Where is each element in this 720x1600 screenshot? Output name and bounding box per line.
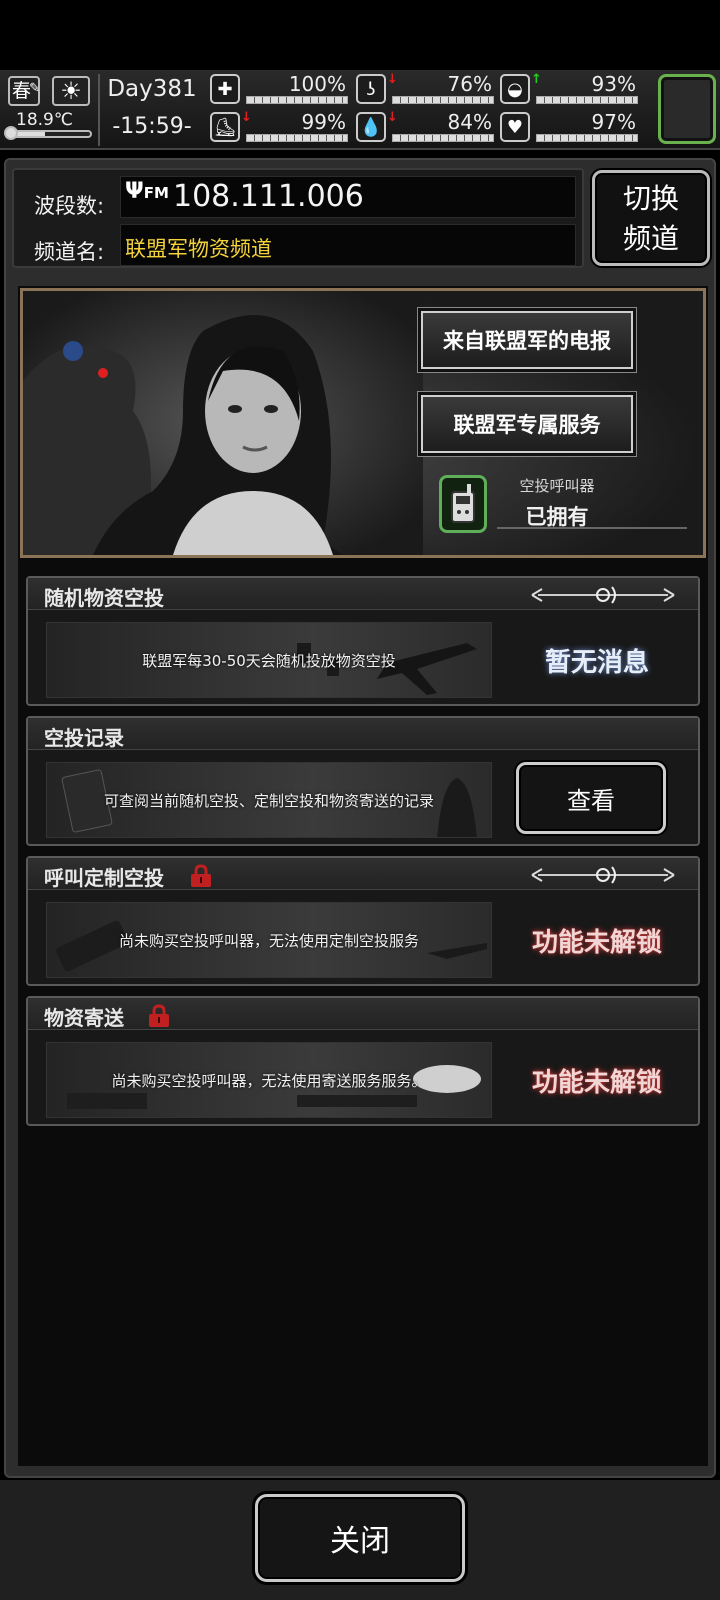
switch-label-line2: 频道 bbox=[622, 222, 679, 255]
sun-icon: ☀ bbox=[52, 76, 90, 106]
mind-icon: ◒ bbox=[500, 74, 530, 104]
card-description: 尚未购买空投呼叫器，无法使用寄送服务服务。 bbox=[111, 1071, 427, 1090]
channel-display: 联盟军物资频道 bbox=[120, 224, 576, 266]
water-drop-icon: 💧 bbox=[356, 112, 386, 142]
stat-heart[interactable]: ♥ 97% bbox=[500, 110, 640, 146]
switch-label-line1: 切换 bbox=[622, 182, 679, 215]
radio-panel: 波段数: ΨFM 108.111.006 频道名: 联盟军物资频道 切换 频道 bbox=[4, 158, 716, 1478]
stat-value: 93% bbox=[591, 72, 636, 96]
frequency-value: 108.111.006 bbox=[173, 179, 364, 214]
divider bbox=[98, 74, 100, 146]
temperature-gauge: 18.9℃ bbox=[4, 110, 92, 144]
card-description: 联盟军每30-50天会随机投放物资空投 bbox=[142, 651, 396, 670]
radio-tuner: 波段数: ΨFM 108.111.006 频道名: 联盟军物资频道 bbox=[12, 168, 584, 268]
no-news-status: 暂无消息 bbox=[544, 647, 649, 678]
signal-wave-icon bbox=[531, 586, 675, 604]
fm-label: FM bbox=[143, 184, 169, 202]
stat-mood[interactable]: ◒ ↑ 93% bbox=[500, 72, 640, 108]
heart-icon: ♥ bbox=[500, 112, 530, 142]
stat-bar bbox=[536, 134, 638, 142]
channel-content: 来自联盟军的电报 联盟军专属服务 空投呼叫器 已拥有 随机物资空投 联盟军每30… bbox=[18, 286, 708, 1466]
radio-caller-image: 尚未购买空投呼叫器，无法使用定制空投服务 bbox=[46, 902, 492, 978]
stomach-icon: ʖ bbox=[356, 74, 386, 104]
card-title: 空投记录 bbox=[44, 726, 124, 750]
stat-bar bbox=[246, 134, 348, 142]
card-title: 物资寄送 bbox=[44, 1006, 124, 1030]
frequency-display: ΨFM 108.111.006 bbox=[120, 176, 576, 218]
character-slot[interactable] bbox=[658, 74, 716, 144]
stat-value: 99% bbox=[301, 110, 346, 134]
record-notebook-image: 可查阅当前随机空投、定制空投和物资寄送的记录 bbox=[46, 762, 492, 838]
stat-trend-arrow: ↓ bbox=[387, 72, 398, 87]
day-counter: Day381 bbox=[107, 76, 197, 102]
stat-value: 76% bbox=[447, 72, 492, 96]
stat-stamina[interactable]: ⛸ ↓ 99% bbox=[210, 110, 350, 146]
lock-icon bbox=[191, 864, 211, 887]
stat-bar bbox=[536, 96, 638, 104]
card-title: 呼叫定制空投 bbox=[44, 866, 164, 890]
delivery-card: 物资寄送 尚未购买空投呼叫器，无法使用寄送服务服务。 功能未解锁 bbox=[26, 996, 700, 1126]
medkit-icon: ✚ bbox=[210, 74, 240, 104]
random-airdrop-card: 随机物资空投 联盟军每30-50天会随机投放物资空投 暂无消息 bbox=[26, 576, 700, 706]
lock-icon bbox=[149, 1004, 169, 1027]
custom-airdrop-card: 呼叫定制空投 尚未购买空投呼叫器，无法使用定制空投服务 功能未解锁 bbox=[26, 856, 700, 986]
stat-stomach[interactable]: ʖ ↓ 76% bbox=[356, 72, 496, 108]
stat-bar bbox=[392, 134, 494, 142]
locked-status: 功能未解锁 bbox=[531, 927, 662, 958]
temperature-value: 18.9℃ bbox=[16, 110, 73, 130]
cargo-plane-image: 尚未购买空投呼叫器，无法使用寄送服务服务。 bbox=[46, 1042, 492, 1118]
airdrop-caller-status: 空投呼叫器 已拥有 bbox=[433, 471, 693, 541]
alliance-service-button[interactable]: 联盟军专属服务 bbox=[421, 395, 633, 453]
banner-illustration bbox=[23, 291, 423, 555]
stat-trend-arrow: ↓ bbox=[241, 110, 252, 125]
card-description: 尚未购买空投呼叫器，无法使用定制空投服务 bbox=[118, 931, 419, 950]
stat-trend-arrow: ↓ bbox=[387, 110, 398, 125]
stat-water[interactable]: 💧 ↓ 84% bbox=[356, 110, 496, 146]
channel-name: 联盟军物资频道 bbox=[125, 237, 272, 261]
alliance-telegram-button[interactable]: 来自联盟军的电报 bbox=[421, 311, 633, 369]
locked-status: 功能未解锁 bbox=[531, 1067, 662, 1098]
band-label: 波段数: bbox=[34, 194, 105, 218]
signal-wave-icon bbox=[531, 866, 675, 884]
card-header: 呼叫定制空投 bbox=[28, 858, 698, 890]
status-bar: 春 ✎ ☀ 18.9℃ Day381 -15:59- ✚ 100% ʖ ↓ 76… bbox=[0, 70, 720, 150]
switch-channel-button[interactable]: 切换 频道 bbox=[592, 170, 710, 266]
card-header: 物资寄送 bbox=[28, 998, 698, 1030]
view-record-button[interactable]: 查看 bbox=[516, 762, 666, 834]
stat-bar bbox=[392, 96, 494, 104]
boot-icon: ⛸ bbox=[210, 112, 240, 142]
season-indicator: 春 ✎ bbox=[8, 76, 40, 106]
card-title: 随机物资空投 bbox=[44, 586, 164, 610]
thermometer-bar bbox=[6, 130, 92, 138]
stat-bar bbox=[246, 96, 348, 104]
caller-label: 空投呼叫器 bbox=[519, 477, 595, 495]
stat-value: 97% bbox=[591, 110, 636, 134]
antenna-icon: ΨFM bbox=[125, 179, 169, 204]
channel-label: 频道名: bbox=[34, 240, 105, 264]
stat-value: 84% bbox=[447, 110, 492, 134]
card-header: 随机物资空投 bbox=[28, 578, 698, 610]
airdrop-record-card: 空投记录 可查阅当前随机空投、定制空投和物资寄送的记录 查看 bbox=[26, 716, 700, 846]
card-description: 可查阅当前随机空投、定制空投和物资寄送的记录 bbox=[103, 791, 434, 810]
stat-value: 100% bbox=[288, 72, 346, 96]
feather-icon: ✎ bbox=[29, 81, 40, 96]
airdrop-plane-image: 联盟军每30-50天会随机投放物资空投 bbox=[46, 622, 492, 698]
stat-health[interactable]: ✚ 100% bbox=[210, 72, 350, 108]
alliance-banner: 来自联盟军的电报 联盟军专属服务 空投呼叫器 已拥有 bbox=[20, 288, 706, 558]
close-button[interactable]: 关闭 bbox=[255, 1494, 465, 1582]
game-clock: -15:59- bbox=[112, 114, 192, 139]
footer-bar: 关闭 bbox=[0, 1480, 720, 1600]
card-header: 空投记录 bbox=[28, 718, 698, 750]
divider bbox=[497, 527, 687, 529]
walkie-talkie-icon bbox=[439, 475, 487, 533]
stat-trend-arrow: ↑ bbox=[531, 72, 542, 87]
